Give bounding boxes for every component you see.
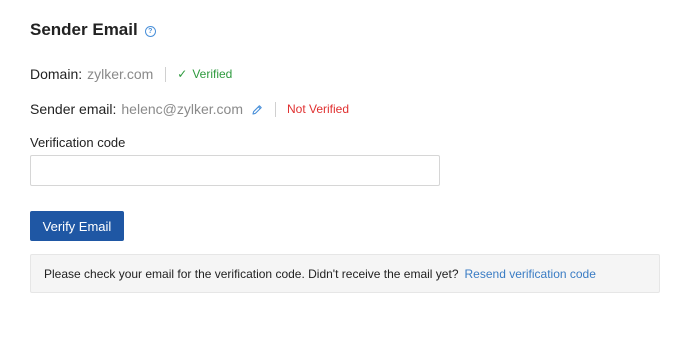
notice-message: Please check your email for the verifica…	[44, 266, 459, 281]
sender-email-label: Sender email:	[30, 101, 117, 117]
domain-row: Domain: zylker.com ✓ Verified	[30, 66, 232, 82]
notice-banner: Please check your email for the verifica…	[30, 254, 660, 293]
title-row: Sender Email ?	[30, 20, 156, 40]
page-title: Sender Email	[30, 20, 138, 39]
divider	[274, 101, 276, 117]
divider	[165, 66, 167, 82]
sender-row: Sender email: helenc@zylker.com Not Veri…	[30, 101, 349, 117]
sender-email-page: Sender Email ? Domain: zylker.com ✓ Veri…	[0, 0, 680, 364]
domain-value: zylker.com	[87, 66, 154, 82]
help-icon[interactable]: ?	[144, 25, 156, 37]
domain-status-badge: ✓ Verified	[177, 67, 232, 81]
domain-label: Domain:	[30, 66, 83, 82]
domain-status-text: Verified	[192, 67, 233, 81]
sender-status-badge: Not Verified	[286, 102, 350, 116]
resend-verification-link[interactable]: Resend verification code	[465, 267, 596, 281]
pencil-icon[interactable]	[251, 103, 263, 115]
verification-code-label: Verification code	[30, 135, 126, 150]
verification-code-input[interactable]	[30, 155, 440, 186]
check-icon: ✓	[177, 67, 188, 81]
sender-email-value: helenc@zylker.com	[121, 101, 243, 117]
verify-email-button[interactable]: Verify Email	[30, 211, 124, 241]
